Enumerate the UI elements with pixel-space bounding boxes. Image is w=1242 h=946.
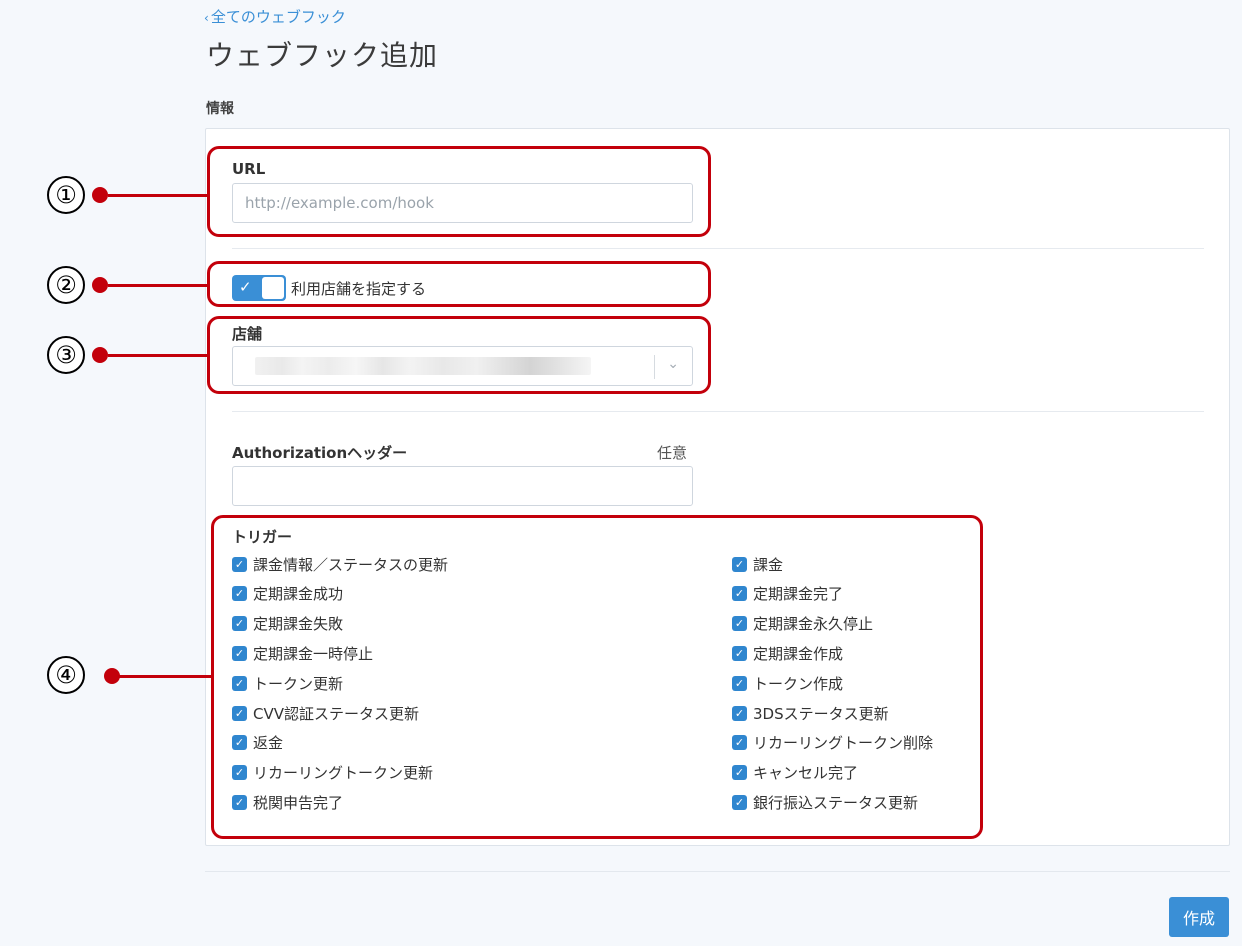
annotation-line-1 xyxy=(108,194,208,197)
trigger-label: 定期課金失敗 xyxy=(253,615,344,634)
trigger-label: 銀行振込ステータス更新 xyxy=(753,793,919,812)
form-card: URL ✓ 利用店舗を指定する 店舗 ⌄ Authorizationヘッダー 任… xyxy=(205,128,1230,846)
checkbox-checked-icon[interactable]: ✓ xyxy=(232,675,247,691)
trigger-label: トークン更新 xyxy=(253,674,344,693)
trigger-label: 税関申告完了 xyxy=(253,793,344,812)
checkbox-checked-icon[interactable]: ✓ xyxy=(732,556,747,572)
trigger-checkbox-row[interactable]: ✓ キャンセル完了 xyxy=(732,763,858,783)
checkbox-checked-icon[interactable]: ✓ xyxy=(732,675,747,691)
toggle-knob xyxy=(262,277,284,299)
trigger-checkbox-row[interactable]: ✓ 課金情報／ステータスの更新 xyxy=(232,554,448,574)
store-toggle[interactable]: ✓ xyxy=(232,275,286,301)
store-toggle-label: 利用店舗を指定する xyxy=(291,280,427,298)
chevron-down-icon: ⌄ xyxy=(667,356,679,372)
checkbox-checked-icon[interactable]: ✓ xyxy=(232,705,247,721)
checkbox-checked-icon[interactable]: ✓ xyxy=(232,556,247,572)
trigger-checkbox-row[interactable]: ✓ 課金 xyxy=(732,554,783,574)
trigger-label: 定期課金作成 xyxy=(753,644,844,663)
trigger-checkbox-row[interactable]: ✓ リカーリングトークン削除 xyxy=(732,733,933,753)
optional-tag: 任意 xyxy=(657,444,688,462)
store-select-value-redacted xyxy=(255,357,591,375)
checkbox-checked-icon[interactable]: ✓ xyxy=(232,645,247,661)
trigger-checkbox-row[interactable]: ✓ 定期課金永久停止 xyxy=(732,614,873,634)
annotation-number-4: ④ xyxy=(47,656,85,694)
trigger-checkbox-row[interactable]: ✓ リカーリングトークン更新 xyxy=(232,763,433,783)
divider xyxy=(232,411,1204,412)
annotation-line-4 xyxy=(110,675,214,678)
chevron-left-icon: ‹ xyxy=(204,11,209,25)
back-link-label: 全てのウェブフック xyxy=(210,8,346,26)
checkbox-checked-icon[interactable]: ✓ xyxy=(232,794,247,810)
trigger-checkbox-row[interactable]: ✓ 銀行振込ステータス更新 xyxy=(732,792,918,812)
trigger-checkbox-row[interactable]: ✓ CVV認証ステータス更新 xyxy=(232,703,419,723)
trigger-heading: トリガー xyxy=(232,528,293,546)
trigger-checkbox-row[interactable]: ✓ 定期課金成功 xyxy=(232,584,343,604)
store-label: 店舗 xyxy=(232,325,263,343)
trigger-label: 定期課金永久停止 xyxy=(753,615,874,634)
trigger-label: 定期課金一時停止 xyxy=(253,644,374,663)
annotation-line-3 xyxy=(108,354,208,357)
trigger-label: キャンセル完了 xyxy=(753,764,859,783)
url-input[interactable] xyxy=(232,183,693,223)
trigger-label: リカーリングトークン削除 xyxy=(753,734,934,753)
trigger-checkbox-row[interactable]: ✓ 定期課金作成 xyxy=(732,643,843,663)
trigger-label: リカーリングトークン更新 xyxy=(253,764,434,783)
annotation-dot-1 xyxy=(92,187,108,203)
authorization-label: Authorizationヘッダー xyxy=(232,444,408,462)
trigger-label: 定期課金完了 xyxy=(753,585,844,604)
trigger-checkbox-row[interactable]: ✓ トークン更新 xyxy=(232,673,343,693)
trigger-checkbox-row[interactable]: ✓ 定期課金完了 xyxy=(732,584,843,604)
store-select[interactable]: ⌄ xyxy=(232,346,693,386)
annotation-number-3: ③ xyxy=(47,336,85,374)
checkbox-checked-icon[interactable]: ✓ xyxy=(232,586,247,602)
trigger-checkbox-row[interactable]: ✓ 返金 xyxy=(232,733,283,753)
checkbox-checked-icon[interactable]: ✓ xyxy=(232,735,247,751)
trigger-checkbox-row[interactable]: ✓ トークン作成 xyxy=(732,673,843,693)
trigger-checkbox-row[interactable]: ✓ 3DSステータス更新 xyxy=(732,703,889,723)
trigger-label: トークン作成 xyxy=(753,674,844,693)
checkbox-checked-icon[interactable]: ✓ xyxy=(732,735,747,751)
trigger-checkbox-row[interactable]: ✓ 税関申告完了 xyxy=(232,792,343,812)
annotation-number-1: ① xyxy=(47,176,85,214)
checkbox-checked-icon[interactable]: ✓ xyxy=(732,794,747,810)
authorization-input[interactable] xyxy=(232,466,693,506)
annotation-dot-3 xyxy=(92,347,108,363)
annotation-line-2 xyxy=(108,284,208,287)
check-icon: ✓ xyxy=(239,278,252,296)
trigger-label: 3DSステータス更新 xyxy=(753,704,889,723)
trigger-label: 定期課金成功 xyxy=(253,585,344,604)
annotation-dot-4 xyxy=(104,668,120,684)
select-separator xyxy=(654,355,655,379)
annotation-number-2: ② xyxy=(47,266,85,304)
create-button[interactable]: 作成 xyxy=(1169,897,1229,937)
footer-divider xyxy=(205,871,1230,872)
trigger-label: 課金情報／ステータスの更新 xyxy=(253,555,449,574)
trigger-label: 課金 xyxy=(753,555,784,574)
checkbox-checked-icon[interactable]: ✓ xyxy=(732,616,747,632)
divider xyxy=(232,248,1204,249)
checkbox-checked-icon[interactable]: ✓ xyxy=(732,765,747,781)
checkbox-checked-icon[interactable]: ✓ xyxy=(232,616,247,632)
trigger-label: CVV認証ステータス更新 xyxy=(253,704,419,723)
trigger-checkbox-row[interactable]: ✓ 定期課金失敗 xyxy=(232,614,343,634)
annotation-dot-2 xyxy=(92,277,108,293)
checkbox-checked-icon[interactable]: ✓ xyxy=(732,645,747,661)
checkbox-checked-icon[interactable]: ✓ xyxy=(732,586,747,602)
page-title: ウェブフック追加 xyxy=(206,39,439,72)
back-link[interactable]: ‹ 全てのウェブフック xyxy=(204,6,346,27)
trigger-checkbox-row[interactable]: ✓ 定期課金一時停止 xyxy=(232,643,373,663)
checkbox-checked-icon[interactable]: ✓ xyxy=(732,705,747,721)
trigger-label: 返金 xyxy=(253,734,284,753)
checkbox-checked-icon[interactable]: ✓ xyxy=(232,765,247,781)
section-label: 情報 xyxy=(206,101,234,117)
url-label: URL xyxy=(232,160,266,178)
